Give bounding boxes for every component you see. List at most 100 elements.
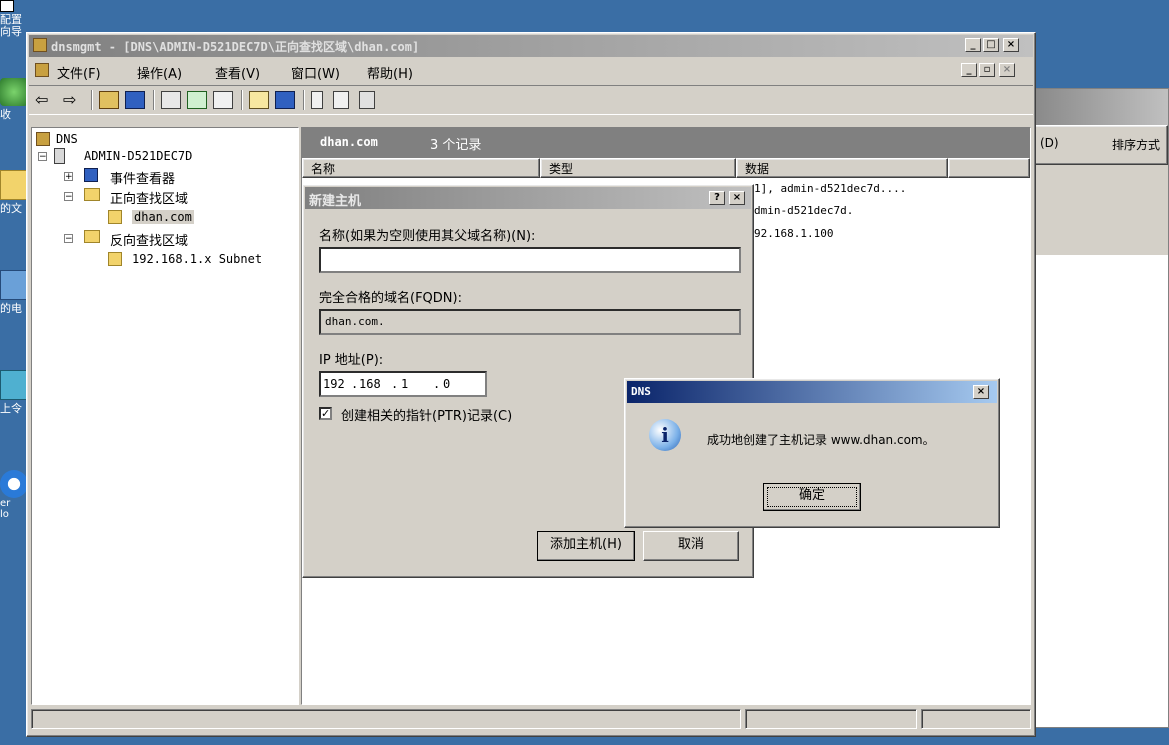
event-viewer-icon [84,168,98,182]
close-button[interactable]: × [1003,38,1019,52]
expand-toggle-icon[interactable]: + [64,172,73,182]
tree-zone-dhan[interactable]: dhan.com [132,210,194,224]
ip-octet-3[interactable]: 1 [401,377,408,391]
expand-toggle-icon[interactable]: − [64,234,73,244]
zone-node-icon [108,210,122,224]
ip-octet-2[interactable]: 168 [359,377,381,391]
column-header-blank [948,158,1030,178]
child-restore-button[interactable]: ▫ [979,63,995,77]
info-icon: i [649,419,681,451]
menu-help[interactable]: 帮助(H) [367,63,413,82]
forward-arrow-icon[interactable]: ⇨ [63,90,76,109]
refresh-icon[interactable] [187,91,207,109]
zone-icon[interactable] [333,91,349,109]
tree-root-dns[interactable]: DNS [56,132,78,146]
msgbox-message: 成功地创建了主机记录 www.dhan.com。 [707,433,935,447]
toolbar-separator [303,90,305,110]
column-header-name[interactable]: 名称 [302,158,540,178]
expand-toggle-icon[interactable]: − [38,152,47,162]
export-list-icon[interactable] [213,91,233,109]
ptr-checkbox-label[interactable]: 创建相关的指针(PTR)记录(C) [341,405,512,424]
toolbar-separator [153,90,155,110]
status-panel-3 [921,709,1031,729]
dialog-titlebar: 新建主机 ? × [305,187,751,209]
fqdn-field: dhan.com. [319,309,741,335]
child-close-button[interactable]: × [999,63,1015,77]
dns-message-box: DNS × i 成功地创建了主机记录 www.dhan.com。 确定 [624,378,1000,528]
help-icon[interactable] [249,91,269,109]
ip-label: IP 地址(P): [319,353,384,368]
toolbar-separator [241,90,243,110]
minimize-button[interactable]: _ [965,38,981,52]
name-label: 名称(如果为空则使用其父域名称)(N): [319,229,536,244]
tree-reverse-subnet[interactable]: 192.168.1.x Subnet [132,252,262,266]
console-icon[interactable] [275,91,295,109]
up-folder-icon[interactable] [99,91,119,109]
properties-icon[interactable] [161,91,181,109]
ip-octet-1[interactable]: 192 [323,377,345,391]
status-panel-2 [745,709,917,729]
tree-pane: DNS − ADMIN-D521DEC7D + 事件查看器 − 正向查找区域 d… [31,127,299,705]
dialog-close-button[interactable]: × [729,191,745,205]
msgbox-title: DNS [631,385,651,398]
desktop-icon-computer[interactable]: 的电 [0,270,30,330]
desktop-icon-network[interactable]: 上令 [0,370,30,430]
menu-view[interactable]: 查看(V) [215,63,260,82]
msgbox-titlebar: DNS × [627,381,997,403]
column-header-data[interactable]: 数据 [736,158,948,178]
column-header-type[interactable]: 类型 [540,158,736,178]
name-input[interactable] [319,247,741,273]
recycle-bin-icon [0,78,28,106]
fqdn-label: 完全合格的域名(FQDN): [319,291,462,306]
result-record-count: 3 个记录 [430,138,482,153]
menu-file[interactable]: 文件(F) [57,63,101,82]
tree-event-viewer[interactable]: 事件查看器 [110,168,175,187]
desktop-top-label: 配置向导 [0,0,26,50]
desktop-icon-documents[interactable]: 的文 [0,170,30,230]
menu-action[interactable]: 操作(A) [137,63,182,82]
toolbar: ⇦ ⇨ [29,85,1033,115]
ptr-checkbox[interactable]: ✓ [319,407,332,420]
ip-octet-4[interactable]: 0 [443,377,450,391]
folder-icon [84,188,100,201]
child-minimize-button[interactable]: _ [961,63,977,77]
record-row[interactable]: 92.168.1.100 [754,227,833,240]
server-icon[interactable] [311,91,323,109]
zone-node-icon [108,252,122,266]
ok-button[interactable]: 确定 [763,483,861,511]
msgbox-close-button[interactable]: × [973,385,989,399]
add-host-button[interactable]: 添加主机(H) [537,531,635,561]
dns-root-icon [36,132,50,146]
tree-forward-zone[interactable]: 正向查找区域 [110,188,188,207]
expand-toggle-icon[interactable]: − [64,192,73,202]
record-row[interactable]: 1], admin-d521dec7d.... [754,182,906,195]
status-panel-1 [31,709,741,729]
desktop-icon-ie[interactable]: er lo [0,470,28,540]
result-header: dhan.com 3 个记录 [302,128,1030,158]
internet-explorer-icon [0,470,28,498]
wizard-icon [0,0,14,12]
tree-reverse-zone[interactable]: 反向查找区域 [110,230,188,249]
menu-app-icon [35,63,49,77]
dialog-help-button[interactable]: ? [709,191,725,205]
maximize-button[interactable]: □ [983,38,999,52]
folder-icon [84,230,100,243]
desktop-icon-recycle[interactable]: 收 [0,78,28,138]
back-arrow-icon[interactable]: ⇦ [35,90,48,109]
bg-col-2[interactable]: 排序方式 [1112,136,1160,153]
cancel-button[interactable]: 取消 [643,531,739,561]
dialog-title: 新建主机 [309,194,362,209]
record-row[interactable]: dmin-d521dec7d. [754,204,853,217]
dns-app-icon [33,38,47,52]
record-icon[interactable] [359,91,375,109]
ip-address-field[interactable]: 192 . 168 . 1 . 0 [319,371,487,397]
bg-col-1: (D) [1040,136,1059,150]
menu-bar: 文件(F) 操作(A) 查看(V) 窗口(W) 帮助(H) _ ▫ × [29,59,1033,83]
window-title: dnsmgmt - [DNS\ADMIN-D521DEC7D\正向查找区域\dh… [51,40,420,54]
server-node-icon [54,148,65,164]
menu-window[interactable]: 窗口(W) [291,63,340,82]
toolbar-separator [91,90,93,110]
tree-server[interactable]: ADMIN-D521DEC7D [84,149,192,163]
status-bar [29,707,1033,731]
show-tree-icon[interactable] [125,91,145,109]
